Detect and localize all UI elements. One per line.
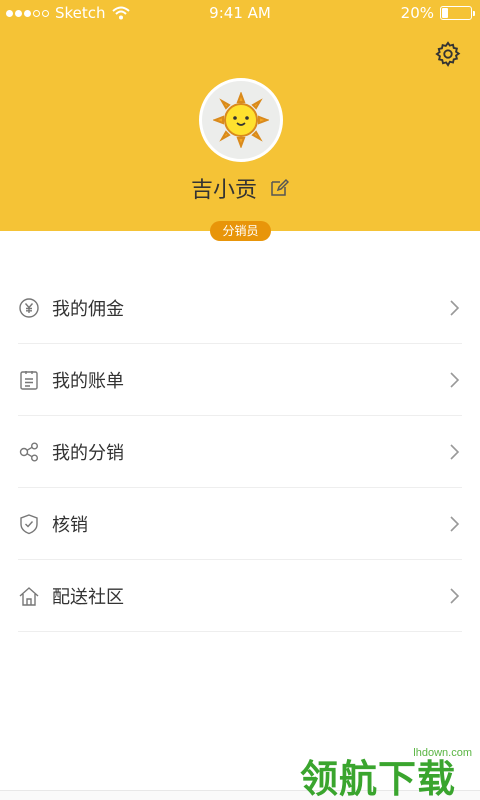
watermark: lhdown.com 领航下载 xyxy=(300,740,480,800)
watermark-text: 领航下载 xyxy=(300,757,457,800)
shield-check-icon xyxy=(18,513,40,535)
yuan-coin-icon xyxy=(18,297,40,319)
status-right: 20% xyxy=(400,4,475,22)
menu-item-verify[interactable]: 核销 xyxy=(18,488,462,560)
menu-item-distribution[interactable]: 我的分销 xyxy=(18,416,462,488)
chevron-right-icon xyxy=(450,300,460,316)
user-name: 吉小贡 xyxy=(190,178,257,203)
share-nodes-icon xyxy=(18,441,40,463)
chevron-right-icon xyxy=(450,444,460,460)
gear-icon[interactable] xyxy=(434,40,462,68)
menu-label: 我的账单 xyxy=(52,370,124,392)
name-row: 吉小贡 xyxy=(0,172,480,204)
chevron-right-icon xyxy=(450,588,460,604)
home-icon xyxy=(18,585,40,607)
clipboard-icon xyxy=(18,369,40,391)
battery-icon xyxy=(440,6,475,20)
menu-label: 核销 xyxy=(52,514,88,536)
role-badge: 分销员 xyxy=(210,221,271,241)
chevron-right-icon xyxy=(450,516,460,532)
edit-icon[interactable] xyxy=(269,178,289,198)
battery-percent: 20% xyxy=(400,4,434,22)
status-bar: Sketch 9:41 AM 20% xyxy=(0,0,480,26)
menu-item-bills[interactable]: 我的账单 xyxy=(18,344,462,416)
menu-label: 配送社区 xyxy=(52,586,124,608)
battery-level xyxy=(442,8,448,18)
menu-item-community[interactable]: 配送社区 xyxy=(18,560,462,632)
menu-list: 我的佣金 我的账单 我的分销 核销 配送社区 xyxy=(18,272,462,632)
menu-item-commission[interactable]: 我的佣金 xyxy=(18,272,462,344)
menu-label: 我的分销 xyxy=(52,442,124,464)
avatar[interactable] xyxy=(199,78,283,162)
chevron-right-icon xyxy=(450,372,460,388)
menu-label: 我的佣金 xyxy=(52,298,124,320)
sun-face-avatar xyxy=(213,92,269,148)
profile-header: 吉小贡 xyxy=(0,0,480,231)
